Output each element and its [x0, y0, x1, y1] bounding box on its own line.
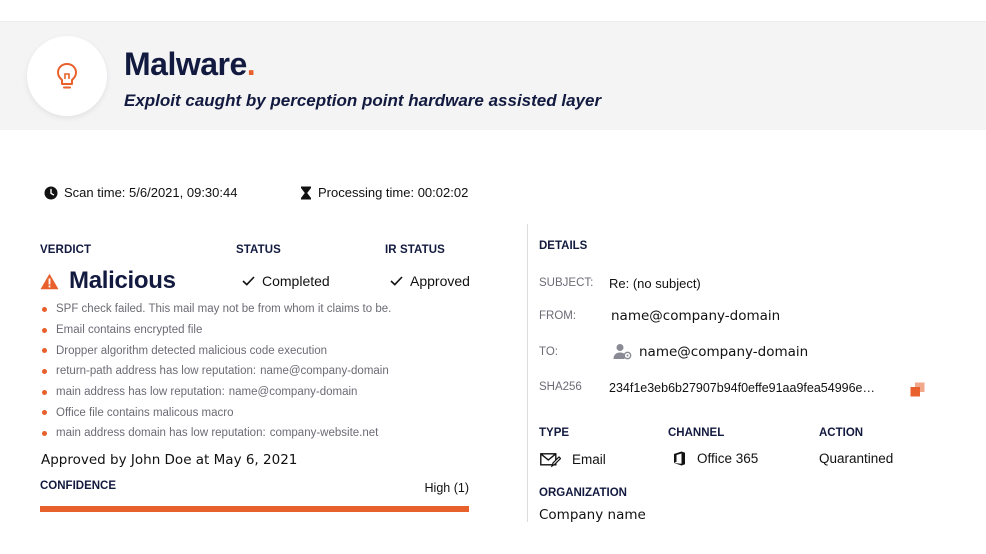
office-icon	[674, 451, 685, 466]
type-text: Email	[572, 452, 606, 467]
reason-value: name@company-domain	[260, 365, 389, 378]
email-edit-icon	[540, 453, 561, 468]
bullet	[42, 389, 47, 395]
processing-time-text: Processing time: 00:02:02	[318, 185, 469, 200]
subject-label: SUBJECT:	[539, 277, 594, 289]
ir-status-value: Approved	[390, 273, 470, 289]
type-label: TYPE	[539, 427, 570, 439]
reason-value: company-website.net	[269, 427, 379, 440]
confidence-label: CONFIDENCE	[40, 480, 117, 492]
clock-icon	[44, 186, 58, 199]
verdict-label: VERDICT	[40, 244, 92, 256]
ir-status-label: IR STATUS	[385, 244, 445, 256]
details-heading: DETAILS	[539, 240, 588, 252]
checkmark-icon	[242, 276, 255, 286]
page-subtitle: Exploit caught by perception point hardw…	[124, 91, 602, 110]
scan-time: Scan time: 5/6/2021, 09:30:44	[44, 185, 237, 200]
bullet	[42, 348, 47, 354]
confidence-bar	[40, 506, 469, 512]
verdict-value: Malicious	[40, 267, 176, 295]
reason-value: name@company-domain	[228, 386, 358, 399]
warning-icon	[40, 273, 59, 289]
bullet	[42, 430, 47, 436]
status-label: STATUS	[236, 244, 281, 256]
status-value: Completed	[242, 273, 330, 289]
ir-status-text: Approved	[410, 273, 470, 289]
top-bar	[0, 0, 986, 22]
reason-item: main address has low reputation: name@com…	[42, 382, 391, 403]
action-value: Quarantined	[819, 451, 894, 466]
sha256-value[interactable]: 234f1e3eb6b27907b94f0effe91aa9fea54996e…	[609, 381, 875, 395]
verdict-reasons-list: SPF check failed. This mail may not be f…	[42, 299, 391, 444]
to-value[interactable]: name@company-domain	[613, 343, 808, 360]
status-text: Completed	[262, 273, 330, 289]
bullet	[42, 410, 47, 416]
bullet	[42, 327, 47, 333]
organization-label: ORGANIZATION	[539, 487, 627, 499]
processing-time: Processing time: 00:02:02	[300, 185, 468, 200]
page-title: Malware.	[124, 46, 256, 82]
reason-item: Email contains encrypted file	[42, 320, 391, 341]
from-label: FROM:	[539, 310, 577, 322]
to-address: name@company-domain	[639, 343, 809, 360]
reason-item: return-path address has low reputation: n…	[42, 361, 391, 382]
channel-value: Office 365	[673, 451, 758, 466]
channel-label: CHANNEL	[668, 427, 725, 439]
hourglass-icon	[301, 186, 311, 199]
to-label: TO:	[539, 346, 558, 358]
lightbulb-icon	[57, 63, 77, 89]
reason-item: Dropper algorithm detected malicious cod…	[42, 340, 391, 361]
page-header: Malware. Exploit caught by perception po…	[0, 22, 986, 130]
organization-value: Company name	[539, 507, 646, 523]
sha256-label: SHA256	[539, 381, 582, 393]
bullet	[42, 368, 47, 374]
type-value: Email	[540, 451, 606, 468]
bullet	[42, 306, 47, 312]
checkmark-icon	[390, 276, 403, 286]
subject-value: Re: (no subject)	[609, 276, 701, 291]
reason-item: SPF check failed. This mail may not be f…	[42, 299, 391, 320]
user-settings-icon	[613, 344, 632, 360]
verdict-text: Malicious	[69, 267, 176, 294]
channel-text: Office 365	[697, 451, 759, 466]
copy-icon[interactable]	[910, 382, 925, 397]
scan-time-text: Scan time: 5/6/2021, 09:30:44	[64, 185, 238, 200]
from-value[interactable]: name@company-domain	[611, 308, 780, 324]
column-divider	[527, 224, 528, 522]
lightbulb-badge	[27, 36, 107, 116]
reason-item: Office file contains malicous macro	[42, 402, 391, 423]
approval-note: Approved by John Doe at May 6, 2021	[41, 452, 298, 468]
reason-item: main address domain has low reputation: c…	[42, 423, 391, 444]
action-label: ACTION	[819, 427, 864, 439]
confidence-bar-fill	[40, 506, 469, 512]
confidence-value: High (1)	[424, 481, 469, 495]
